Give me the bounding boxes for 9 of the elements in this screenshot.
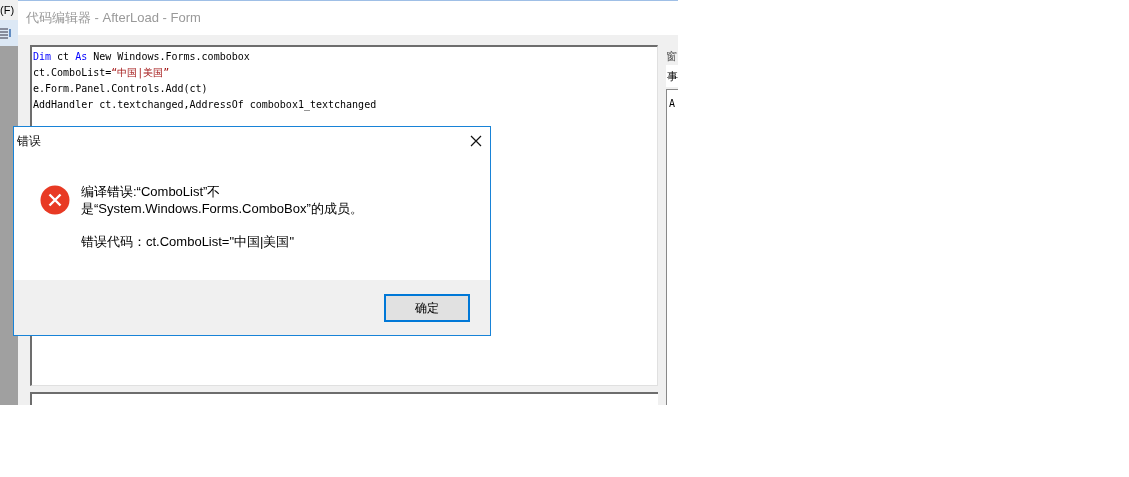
window-title: 代码编辑器 - AfterLoad - Form [26, 9, 201, 28]
error-code: 错误代码：ct.ComboList="中国|美国" [81, 233, 296, 250]
dialog-title: 错误 [17, 133, 41, 150]
panel-label: 窗 [666, 49, 678, 64]
error-message: 编译错误:“ComboList”不是“System.Windows.Forms.ComboBox”的成员。 [81, 183, 364, 217]
code-line: Dim ct As New Windows.Forms.combobox [33, 50, 251, 64]
code-line: AddHandler ct.textchanged,AddressOf combobox1_textchanged [33, 98, 378, 113]
code-line: ct.ComboList=“中国|美国” [33, 66, 171, 81]
code-line: e.Form.Panel.Controls.Add(ct) [33, 82, 209, 96]
